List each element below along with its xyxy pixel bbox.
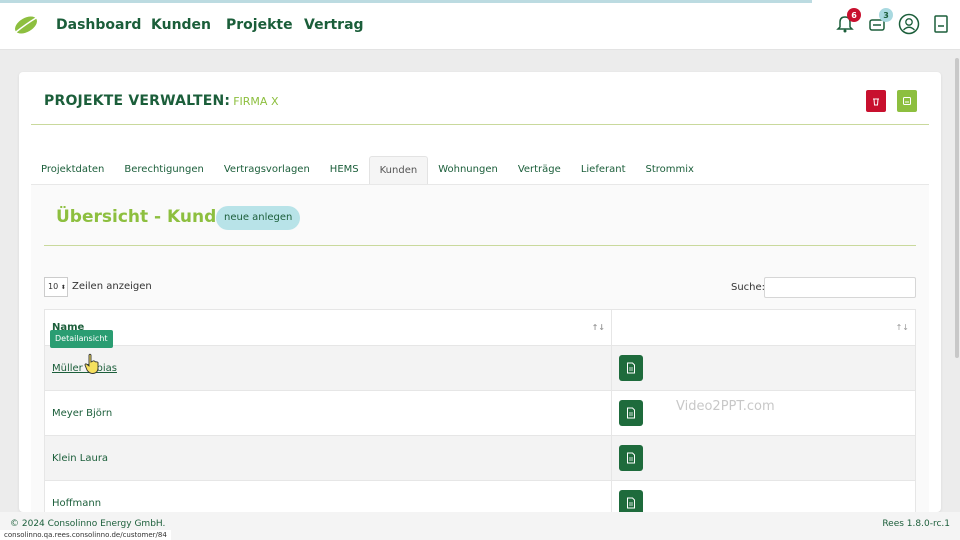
nav-projekte[interactable]: Projekte bbox=[226, 17, 293, 33]
tab-vertraege[interactable]: Verträge bbox=[508, 156, 571, 184]
company-name: FIRMA X bbox=[233, 95, 279, 108]
delete-project-button[interactable] bbox=[866, 90, 886, 112]
tasks-button[interactable]: 3 bbox=[866, 8, 893, 36]
watermark-text: Video2PPT.com bbox=[676, 399, 775, 414]
top-navigation: Dashboard Kunden Projekte Vertrag 6 3 bbox=[0, 0, 960, 50]
section-divider bbox=[44, 245, 916, 246]
hand-cursor-icon bbox=[84, 353, 99, 374]
tab-berechtigungen[interactable]: Berechtigungen bbox=[114, 156, 213, 184]
trash-icon bbox=[873, 98, 879, 106]
customer-table: Name ↑↓ ↑↓ Müller Tobias Meyer Björn Kle… bbox=[44, 309, 916, 527]
document-button[interactable] bbox=[619, 400, 643, 426]
customer-link[interactable]: Meyer Björn bbox=[52, 408, 112, 419]
customer-link[interactable]: Hoffmann bbox=[52, 498, 101, 509]
status-bar-url: consolinno.qa.rees.consolinno.de/custome… bbox=[0, 530, 171, 540]
name-cell: Müller Tobias bbox=[45, 346, 612, 390]
logout-button[interactable] bbox=[930, 12, 952, 36]
rows-per-page-select[interactable]: 10 ⬍ bbox=[44, 277, 68, 297]
create-customer-button[interactable]: neue anlegen bbox=[216, 206, 301, 230]
tab-projektdaten[interactable]: Projektdaten bbox=[31, 156, 114, 184]
title-divider bbox=[31, 124, 929, 125]
rows-per-page-label: Zeilen anzeigen bbox=[72, 281, 152, 292]
user-icon bbox=[898, 13, 920, 35]
document-icon bbox=[627, 497, 635, 509]
page-scrollbar[interactable] bbox=[955, 58, 959, 358]
loading-progress-line bbox=[0, 0, 812, 3]
save-icon bbox=[903, 97, 911, 105]
nav-icon-group: 6 3 bbox=[834, 8, 952, 36]
tab-kunden[interactable]: Kunden bbox=[368, 156, 429, 184]
copyright-text: © 2024 Consolinno Energy GmbH. bbox=[10, 519, 166, 529]
task-count-badge: 3 bbox=[879, 8, 893, 22]
select-arrows-icon: ⬍ bbox=[60, 284, 66, 291]
version-text: Rees 1.8.0-rc.1 bbox=[882, 519, 950, 529]
sort-icon: ↑↓ bbox=[591, 323, 605, 332]
tab-lieferant[interactable]: Lieferant bbox=[571, 156, 636, 184]
notifications-button[interactable]: 6 bbox=[834, 8, 861, 36]
tab-hems[interactable]: HEMS bbox=[320, 156, 369, 184]
table-row: Müller Tobias bbox=[45, 346, 915, 391]
document-button[interactable] bbox=[619, 355, 643, 381]
logout-icon bbox=[934, 15, 948, 33]
search-label: Suche: bbox=[731, 282, 766, 293]
sort-icon: ↑↓ bbox=[895, 323, 909, 332]
table-row: Klein Laura bbox=[45, 436, 915, 481]
section-title: Übersicht - Kunden bbox=[56, 207, 240, 227]
table-header-row: Name ↑↓ ↑↓ bbox=[45, 310, 915, 346]
name-cell: Klein Laura bbox=[45, 436, 612, 480]
rows-per-page-value: 10 bbox=[48, 282, 59, 291]
document-cell bbox=[612, 436, 915, 480]
nav-kunden[interactable]: Kunden bbox=[151, 17, 211, 33]
document-icon bbox=[627, 407, 635, 419]
document-icon bbox=[627, 452, 635, 464]
name-column-header[interactable]: Name ↑↓ bbox=[45, 310, 612, 345]
nav-vertrag[interactable]: Vertrag bbox=[304, 17, 364, 33]
tab-wohnungen[interactable]: Wohnungen bbox=[428, 156, 508, 184]
nav-dashboard[interactable]: Dashboard bbox=[56, 17, 141, 33]
tab-vertragsvorlagen[interactable]: Vertragsvorlagen bbox=[214, 156, 320, 184]
document-column-header[interactable]: ↑↓ bbox=[612, 310, 915, 345]
leaf-logo-icon[interactable] bbox=[12, 14, 40, 36]
tab-strommix[interactable]: Strommix bbox=[636, 156, 704, 184]
project-tabs: Projektdaten Berechtigungen Vertragsvorl… bbox=[31, 156, 704, 184]
document-icon bbox=[627, 362, 635, 374]
notification-count-badge: 6 bbox=[847, 8, 861, 22]
detail-view-tooltip: Detailansicht bbox=[50, 330, 113, 348]
customer-link[interactable]: Klein Laura bbox=[52, 453, 108, 464]
search-input[interactable] bbox=[764, 277, 916, 298]
save-project-button[interactable] bbox=[897, 90, 917, 112]
document-cell bbox=[612, 346, 915, 390]
page-title-text: PROJEKTE VERWALTEN: bbox=[44, 93, 231, 109]
name-cell: Meyer Björn bbox=[45, 391, 612, 435]
profile-button[interactable] bbox=[898, 12, 920, 36]
page-title: PROJEKTE VERWALTEN: FIRMA X bbox=[44, 93, 278, 109]
document-button[interactable] bbox=[619, 445, 643, 471]
table-row: Meyer Björn bbox=[45, 391, 915, 436]
